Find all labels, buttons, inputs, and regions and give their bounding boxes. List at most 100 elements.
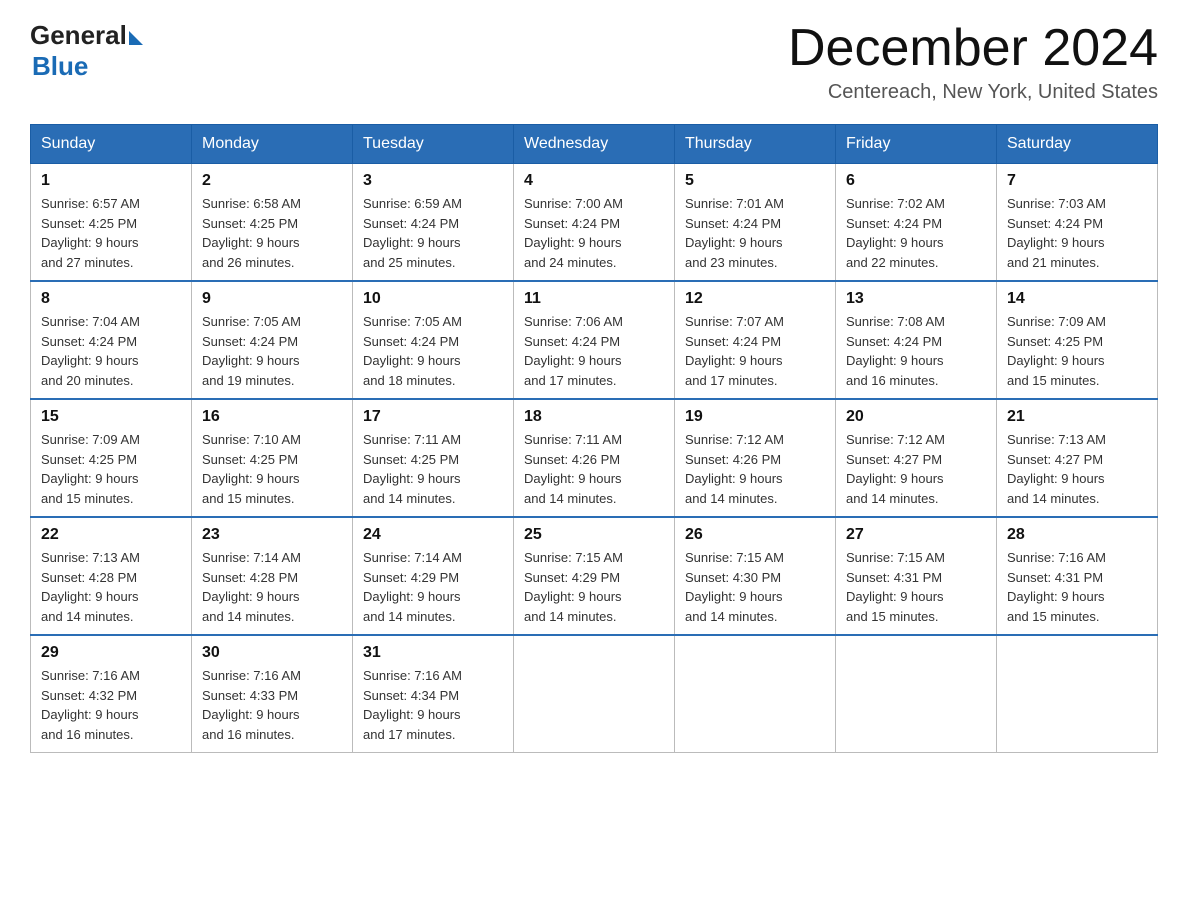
calendar-cell: 28 Sunrise: 7:16 AMSunset: 4:31 PMDaylig… bbox=[997, 517, 1158, 635]
day-info: Sunrise: 7:09 AMSunset: 4:25 PMDaylight:… bbox=[41, 432, 140, 506]
calendar-cell: 31 Sunrise: 7:16 AMSunset: 4:34 PMDaylig… bbox=[353, 635, 514, 753]
calendar-week-row: 1 Sunrise: 6:57 AMSunset: 4:25 PMDayligh… bbox=[31, 164, 1158, 282]
day-info: Sunrise: 7:12 AMSunset: 4:27 PMDaylight:… bbox=[846, 432, 945, 506]
logo-triangle-icon bbox=[129, 31, 143, 45]
day-info: Sunrise: 7:03 AMSunset: 4:24 PMDaylight:… bbox=[1007, 196, 1106, 270]
day-info: Sunrise: 7:15 AMSunset: 4:29 PMDaylight:… bbox=[524, 550, 623, 624]
calendar-cell bbox=[675, 635, 836, 753]
day-number: 16 bbox=[202, 408, 342, 426]
logo-general-text: General bbox=[30, 20, 127, 51]
calendar-cell: 26 Sunrise: 7:15 AMSunset: 4:30 PMDaylig… bbox=[675, 517, 836, 635]
day-number: 14 bbox=[1007, 290, 1147, 308]
page-header: General Blue December 2024 Centereach, N… bbox=[30, 20, 1158, 104]
weekday-header-friday: Friday bbox=[836, 125, 997, 164]
day-number: 19 bbox=[685, 408, 825, 426]
day-number: 1 bbox=[41, 172, 181, 190]
weekday-header-thursday: Thursday bbox=[675, 125, 836, 164]
calendar-week-row: 29 Sunrise: 7:16 AMSunset: 4:32 PMDaylig… bbox=[31, 635, 1158, 753]
day-info: Sunrise: 7:12 AMSunset: 4:26 PMDaylight:… bbox=[685, 432, 784, 506]
calendar-cell: 21 Sunrise: 7:13 AMSunset: 4:27 PMDaylig… bbox=[997, 399, 1158, 517]
day-info: Sunrise: 7:16 AMSunset: 4:31 PMDaylight:… bbox=[1007, 550, 1106, 624]
day-number: 4 bbox=[524, 172, 664, 190]
logo: General Blue bbox=[30, 20, 143, 82]
logo-blue-text: Blue bbox=[32, 51, 88, 82]
day-number: 27 bbox=[846, 526, 986, 544]
day-number: 29 bbox=[41, 644, 181, 662]
day-number: 10 bbox=[363, 290, 503, 308]
day-info: Sunrise: 7:15 AMSunset: 4:30 PMDaylight:… bbox=[685, 550, 784, 624]
calendar-cell: 10 Sunrise: 7:05 AMSunset: 4:24 PMDaylig… bbox=[353, 281, 514, 399]
day-number: 7 bbox=[1007, 172, 1147, 190]
title-section: December 2024 Centereach, New York, Unit… bbox=[788, 20, 1158, 104]
calendar-cell: 11 Sunrise: 7:06 AMSunset: 4:24 PMDaylig… bbox=[514, 281, 675, 399]
location-subtitle: Centereach, New York, United States bbox=[788, 81, 1158, 104]
day-number: 30 bbox=[202, 644, 342, 662]
calendar-cell: 13 Sunrise: 7:08 AMSunset: 4:24 PMDaylig… bbox=[836, 281, 997, 399]
day-number: 23 bbox=[202, 526, 342, 544]
day-number: 13 bbox=[846, 290, 986, 308]
weekday-header-monday: Monday bbox=[192, 125, 353, 164]
calendar-cell bbox=[514, 635, 675, 753]
day-number: 15 bbox=[41, 408, 181, 426]
calendar-cell: 18 Sunrise: 7:11 AMSunset: 4:26 PMDaylig… bbox=[514, 399, 675, 517]
day-number: 11 bbox=[524, 290, 664, 308]
day-number: 6 bbox=[846, 172, 986, 190]
calendar-cell: 2 Sunrise: 6:58 AMSunset: 4:25 PMDayligh… bbox=[192, 164, 353, 282]
day-info: Sunrise: 7:04 AMSunset: 4:24 PMDaylight:… bbox=[41, 314, 140, 388]
day-info: Sunrise: 7:10 AMSunset: 4:25 PMDaylight:… bbox=[202, 432, 301, 506]
day-number: 28 bbox=[1007, 526, 1147, 544]
calendar-cell: 5 Sunrise: 7:01 AMSunset: 4:24 PMDayligh… bbox=[675, 164, 836, 282]
calendar-cell: 29 Sunrise: 7:16 AMSunset: 4:32 PMDaylig… bbox=[31, 635, 192, 753]
day-info: Sunrise: 7:05 AMSunset: 4:24 PMDaylight:… bbox=[202, 314, 301, 388]
calendar-cell: 25 Sunrise: 7:15 AMSunset: 4:29 PMDaylig… bbox=[514, 517, 675, 635]
calendar-cell bbox=[836, 635, 997, 753]
day-info: Sunrise: 6:57 AMSunset: 4:25 PMDaylight:… bbox=[41, 196, 140, 270]
day-info: Sunrise: 7:07 AMSunset: 4:24 PMDaylight:… bbox=[685, 314, 784, 388]
day-info: Sunrise: 7:11 AMSunset: 4:25 PMDaylight:… bbox=[363, 432, 461, 506]
day-info: Sunrise: 7:06 AMSunset: 4:24 PMDaylight:… bbox=[524, 314, 623, 388]
calendar-cell: 4 Sunrise: 7:00 AMSunset: 4:24 PMDayligh… bbox=[514, 164, 675, 282]
day-info: Sunrise: 7:01 AMSunset: 4:24 PMDaylight:… bbox=[685, 196, 784, 270]
calendar-cell: 20 Sunrise: 7:12 AMSunset: 4:27 PMDaylig… bbox=[836, 399, 997, 517]
day-info: Sunrise: 7:14 AMSunset: 4:29 PMDaylight:… bbox=[363, 550, 462, 624]
calendar-cell: 7 Sunrise: 7:03 AMSunset: 4:24 PMDayligh… bbox=[997, 164, 1158, 282]
calendar-cell: 1 Sunrise: 6:57 AMSunset: 4:25 PMDayligh… bbox=[31, 164, 192, 282]
month-title: December 2024 bbox=[788, 20, 1158, 77]
day-number: 5 bbox=[685, 172, 825, 190]
day-number: 25 bbox=[524, 526, 664, 544]
calendar-cell: 30 Sunrise: 7:16 AMSunset: 4:33 PMDaylig… bbox=[192, 635, 353, 753]
day-number: 21 bbox=[1007, 408, 1147, 426]
day-number: 20 bbox=[846, 408, 986, 426]
day-info: Sunrise: 7:05 AMSunset: 4:24 PMDaylight:… bbox=[363, 314, 462, 388]
calendar-cell: 3 Sunrise: 6:59 AMSunset: 4:24 PMDayligh… bbox=[353, 164, 514, 282]
calendar-cell: 19 Sunrise: 7:12 AMSunset: 4:26 PMDaylig… bbox=[675, 399, 836, 517]
calendar-cell: 17 Sunrise: 7:11 AMSunset: 4:25 PMDaylig… bbox=[353, 399, 514, 517]
day-info: Sunrise: 7:16 AMSunset: 4:32 PMDaylight:… bbox=[41, 668, 140, 742]
day-number: 12 bbox=[685, 290, 825, 308]
calendar-cell: 22 Sunrise: 7:13 AMSunset: 4:28 PMDaylig… bbox=[31, 517, 192, 635]
calendar-cell bbox=[997, 635, 1158, 753]
day-number: 3 bbox=[363, 172, 503, 190]
day-info: Sunrise: 7:14 AMSunset: 4:28 PMDaylight:… bbox=[202, 550, 301, 624]
day-info: Sunrise: 7:16 AMSunset: 4:34 PMDaylight:… bbox=[363, 668, 462, 742]
calendar-cell: 15 Sunrise: 7:09 AMSunset: 4:25 PMDaylig… bbox=[31, 399, 192, 517]
calendar-cell: 27 Sunrise: 7:15 AMSunset: 4:31 PMDaylig… bbox=[836, 517, 997, 635]
day-number: 18 bbox=[524, 408, 664, 426]
day-info: Sunrise: 7:16 AMSunset: 4:33 PMDaylight:… bbox=[202, 668, 301, 742]
day-number: 9 bbox=[202, 290, 342, 308]
day-number: 24 bbox=[363, 526, 503, 544]
day-info: Sunrise: 6:58 AMSunset: 4:25 PMDaylight:… bbox=[202, 196, 301, 270]
day-number: 22 bbox=[41, 526, 181, 544]
day-number: 8 bbox=[41, 290, 181, 308]
day-info: Sunrise: 7:02 AMSunset: 4:24 PMDaylight:… bbox=[846, 196, 945, 270]
calendar-week-row: 15 Sunrise: 7:09 AMSunset: 4:25 PMDaylig… bbox=[31, 399, 1158, 517]
day-info: Sunrise: 7:11 AMSunset: 4:26 PMDaylight:… bbox=[524, 432, 622, 506]
calendar-cell: 16 Sunrise: 7:10 AMSunset: 4:25 PMDaylig… bbox=[192, 399, 353, 517]
weekday-header-row: SundayMondayTuesdayWednesdayThursdayFrid… bbox=[31, 125, 1158, 164]
calendar-cell: 6 Sunrise: 7:02 AMSunset: 4:24 PMDayligh… bbox=[836, 164, 997, 282]
calendar-cell: 24 Sunrise: 7:14 AMSunset: 4:29 PMDaylig… bbox=[353, 517, 514, 635]
day-info: Sunrise: 7:09 AMSunset: 4:25 PMDaylight:… bbox=[1007, 314, 1106, 388]
calendar-cell: 23 Sunrise: 7:14 AMSunset: 4:28 PMDaylig… bbox=[192, 517, 353, 635]
calendar-table: SundayMondayTuesdayWednesdayThursdayFrid… bbox=[30, 124, 1158, 753]
day-number: 2 bbox=[202, 172, 342, 190]
